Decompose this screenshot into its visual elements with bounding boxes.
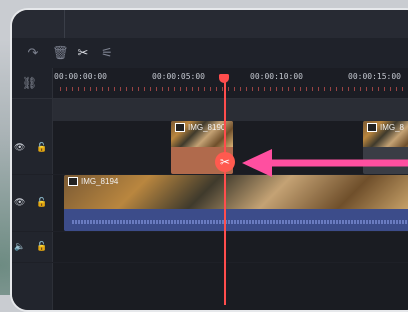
track-pip-header: 👁 🔓 xyxy=(12,121,53,174)
lock-icon[interactable]: 🔓 xyxy=(36,241,47,252)
scissors-icon: ✂ xyxy=(219,155,231,169)
timecode-1: 00:00:05:00 xyxy=(152,72,205,81)
track-empty xyxy=(12,99,408,121)
speaker-icon[interactable]: 🔈 xyxy=(14,241,25,252)
ruler-ticks xyxy=(60,87,408,91)
pointer-arrow xyxy=(242,149,408,177)
main-clip[interactable]: IMG_8194 xyxy=(64,175,408,231)
adjust-icon[interactable]: ⚟ xyxy=(100,46,114,60)
track-main: 👁 🔓 IMG_8194 xyxy=(12,175,408,231)
image-icon xyxy=(175,123,185,132)
clip-name: IMG_8194 xyxy=(81,177,119,186)
redo-icon[interactable]: ↷ xyxy=(26,46,40,60)
eye-icon[interactable]: 👁 xyxy=(14,197,25,208)
timeline-ruler[interactable]: ⛓ 00:00:00:00 00:00:05:00 00:00:10:00 00… xyxy=(12,68,408,99)
editor-window: ↷ 🗑 ✂ ⚟ ⛓ 00:00:00:00 00:00:05:00 00:00:… xyxy=(10,8,408,312)
track-audio-header: 🔈 🔓 xyxy=(12,232,53,262)
track-main-header: 👁 🔓 xyxy=(12,175,53,231)
video-icon xyxy=(68,177,78,186)
timecode-0: 00:00:00:00 xyxy=(54,72,107,81)
image-icon xyxy=(367,123,377,132)
track-empty-bottom xyxy=(12,263,408,310)
audio-waveform xyxy=(64,213,408,231)
link-icon[interactable]: ⛓ xyxy=(22,76,37,90)
ruler-gutter: ⛓ xyxy=(12,68,53,98)
timecode-2: 00:00:10:00 xyxy=(250,72,303,81)
timecode-3: 00:00:15:00 xyxy=(348,72,401,81)
lock-icon[interactable]: 🔓 xyxy=(36,197,47,208)
eye-icon[interactable]: 👁 xyxy=(14,142,25,153)
scissors-icon[interactable]: ✂ xyxy=(76,46,90,60)
lock-icon[interactable]: 🔓 xyxy=(36,142,47,153)
delete-icon[interactable]: 🗑 xyxy=(52,46,69,60)
clip-name: IMG_8190 xyxy=(188,123,226,132)
track-audio: 🔈 🔓 xyxy=(12,232,408,262)
clip-name: IMG_8 xyxy=(380,123,405,132)
timeline-toolbar: ↷ 🗑 ✂ ⚟ xyxy=(12,38,408,69)
top-bar-divider xyxy=(64,10,65,38)
top-bar xyxy=(12,10,408,38)
split-button[interactable]: ✂ xyxy=(215,152,235,172)
playhead[interactable] xyxy=(224,76,226,305)
